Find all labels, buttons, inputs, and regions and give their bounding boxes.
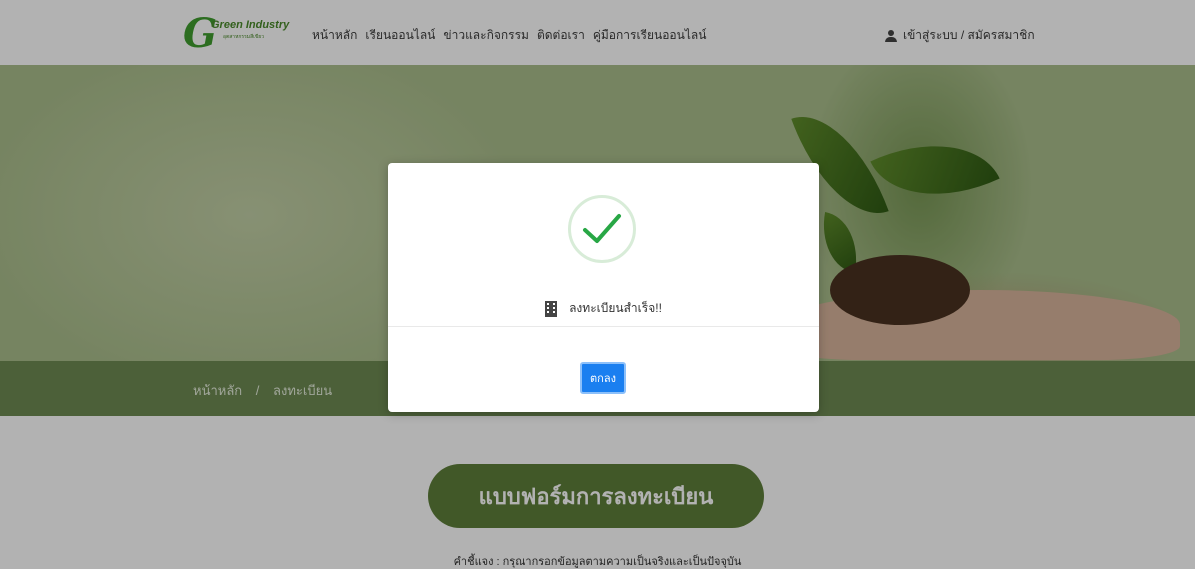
modal-message: ลงทะเบียนสำเร็จ!! bbox=[569, 301, 662, 315]
success-modal: ลงทะเบียนสำเร็จ!! ตกลง bbox=[388, 163, 819, 412]
modal-message-row: ลงทะเบียนสำเร็จ!! bbox=[388, 299, 819, 318]
check-icon bbox=[583, 214, 621, 243]
building-icon bbox=[545, 300, 558, 317]
modal-divider bbox=[388, 326, 819, 327]
ok-button[interactable]: ตกลง bbox=[580, 362, 626, 394]
success-icon-circle bbox=[568, 195, 636, 263]
